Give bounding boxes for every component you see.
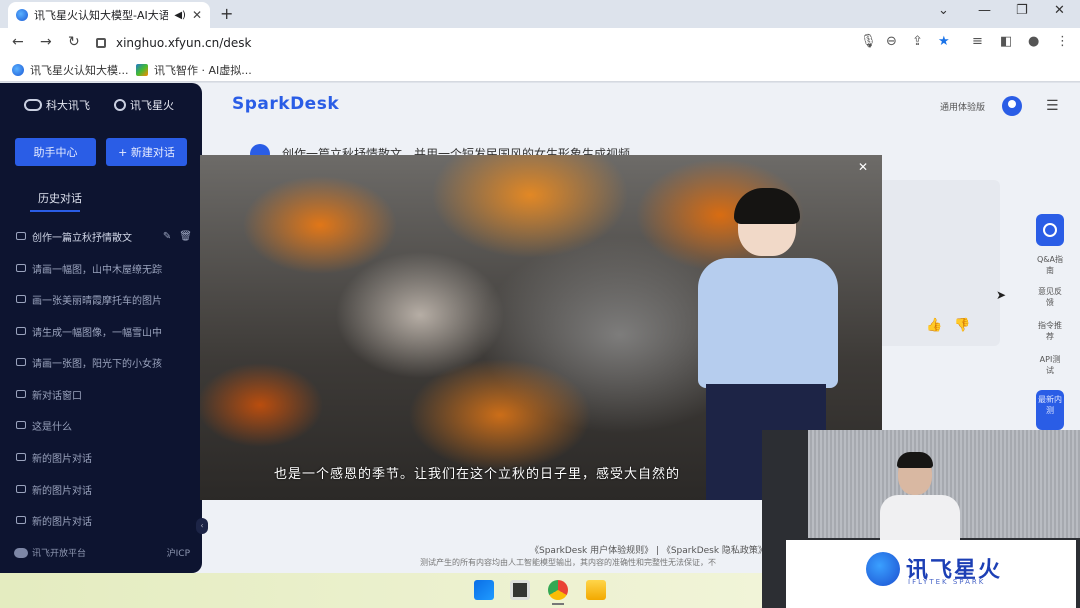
- chat-icon: [16, 232, 26, 240]
- thumbs-down-icon[interactable]: 👎: [954, 318, 970, 333]
- reload-icon[interactable]: ↻: [68, 34, 80, 50]
- history-item[interactable]: 创作一篇立秋抒情散文 ✎ 🗑: [16, 227, 192, 245]
- close-video-icon[interactable]: ✕: [858, 160, 868, 174]
- history-item[interactable]: 这是什么: [16, 416, 192, 434]
- file-explorer-icon[interactable]: [586, 580, 606, 600]
- bookmark-star-icon[interactable]: ★: [938, 34, 950, 49]
- microphone-icon[interactable]: 🎙: [860, 34, 877, 49]
- history-item[interactable]: 请画一幅图，山中木屋缭无踪: [16, 259, 192, 277]
- chat-icon: [16, 421, 26, 429]
- minimize-button[interactable]: —: [978, 3, 991, 18]
- history-item[interactable]: 新的图片对话: [16, 480, 192, 498]
- favicon-icon: [136, 64, 148, 76]
- favicon-icon: [12, 64, 24, 76]
- history-item[interactable]: 请生成一幅图像，一幅雪山中: [16, 322, 192, 340]
- chat-icon: [16, 390, 26, 398]
- new-chat-button[interactable]: + 新建对话: [106, 138, 187, 166]
- close-tab-icon[interactable]: ✕: [192, 8, 202, 22]
- history-item[interactable]: 请画一张图，阳光下的小女孩: [16, 353, 192, 371]
- edit-icon[interactable]: ✎: [163, 231, 171, 242]
- chat-icon: [16, 485, 26, 493]
- task-view-icon[interactable]: [510, 580, 530, 600]
- restore-button[interactable]: ❐: [1016, 3, 1028, 18]
- favicon-icon: [16, 9, 28, 21]
- chat-icon: [16, 327, 26, 335]
- history-item[interactable]: 新的图片对话: [16, 511, 192, 529]
- windows-taskbar: [0, 573, 762, 608]
- brand-logo[interactable]: SparkDesk: [232, 94, 339, 114]
- profile-icon[interactable]: ●: [1028, 34, 1039, 49]
- side-panel-icon[interactable]: ◧: [1000, 34, 1012, 49]
- speaker-icon[interactable]: ◀): [174, 10, 186, 21]
- video-subtitle: 也是一个感恩的季节。让我们在这个立秋的日子里，感受大自然的: [274, 467, 681, 482]
- share-icon[interactable]: ⇪: [912, 34, 923, 49]
- history-item[interactable]: 画一张美丽晴霞摩托车的图片: [16, 290, 192, 308]
- chrome-icon[interactable]: [548, 580, 568, 600]
- footer-links[interactable]: 《SparkDesk 用户体验规则》 | 《SparkDesk 隐私政策》: [530, 543, 767, 556]
- iflytek-logo-icon: [24, 99, 42, 111]
- podium-brand-subtext: IFLYTEK SPARK: [908, 578, 986, 586]
- footer-disclaimer: 测试产生的所有内容均由人工智能模型输出，其内容的准确性和完整性无法保证，不: [420, 558, 716, 567]
- open-platform-icon: [14, 547, 28, 558]
- url-text: xinghuo.xfyun.cn/desk: [116, 36, 252, 50]
- tab-search-icon[interactable]: ⌄: [938, 3, 949, 18]
- chat-icon: [16, 264, 26, 272]
- browser-tab[interactable]: 讯飞星火认知大模型-AI大语 ◀) ✕: [8, 2, 210, 28]
- zoom-icon[interactable]: ⊖: [886, 34, 897, 49]
- rail-qa-guide[interactable]: Q&A指南: [1036, 254, 1064, 276]
- spark-logo-icon: [114, 99, 126, 111]
- chat-icon: [16, 516, 26, 524]
- close-window-button[interactable]: ✕: [1054, 3, 1065, 18]
- chat-icon: [16, 358, 26, 366]
- virtual-presenter-body: [698, 258, 838, 388]
- history-tab[interactable]: 历史对话: [38, 190, 82, 206]
- collapse-sidebar-icon[interactable]: ‹: [196, 518, 208, 534]
- back-icon[interactable]: ←: [12, 34, 24, 50]
- speaker-body: [880, 495, 960, 545]
- delete-icon[interactable]: 🗑: [179, 231, 192, 242]
- history-item[interactable]: 新的图片对话: [16, 448, 192, 466]
- sidebar-logos: 科大讯飞 讯飞星火: [24, 97, 174, 113]
- bookmark-zhizuo[interactable]: 讯飞智作 · AI虚拟...: [136, 62, 252, 78]
- forward-icon[interactable]: →: [40, 34, 52, 50]
- browser-menu-icon[interactable]: ⋮: [1056, 34, 1069, 49]
- history-tab-indicator: [30, 210, 80, 212]
- spark-logo-icon: [866, 552, 900, 586]
- edition-label[interactable]: 通用体验版: [940, 100, 985, 113]
- history-item[interactable]: 新对话窗口: [16, 385, 192, 403]
- thumbs-up-icon[interactable]: 👍: [926, 318, 942, 333]
- rail-api-test[interactable]: API测试: [1036, 354, 1064, 376]
- rail-beta[interactable]: 最新内测: [1036, 390, 1064, 430]
- assistant-center-button[interactable]: 助手中心: [15, 138, 96, 166]
- user-avatar[interactable]: [1002, 96, 1022, 116]
- rail-feedback[interactable]: 意见反馈: [1036, 286, 1064, 308]
- new-tab-button[interactable]: +: [220, 4, 233, 23]
- chat-icon: [16, 295, 26, 303]
- mouse-cursor-icon: ➤: [996, 288, 1007, 302]
- active-app-indicator: [552, 603, 564, 605]
- speaker-hair: [897, 452, 933, 468]
- address-bar[interactable]: xinghuo.xfyun.cn/desk: [96, 31, 846, 55]
- sidebar-footer: 讯飞开放平台 沪ICP: [14, 546, 190, 559]
- bookmark-xinghuo[interactable]: 讯飞星火认知大模...: [12, 62, 129, 78]
- reading-list-icon[interactable]: ≡: [972, 34, 983, 49]
- assistant-rail-icon[interactable]: [1036, 214, 1064, 246]
- menu-icon[interactable]: ☰: [1046, 98, 1059, 114]
- chat-icon: [16, 453, 26, 461]
- tab-title: 讯飞星火认知大模型-AI大语: [34, 9, 169, 22]
- lock-icon: [96, 38, 106, 48]
- windows-start-icon[interactable]: [474, 580, 494, 600]
- rail-prompt-recommend[interactable]: 指令推荐: [1036, 320, 1064, 342]
